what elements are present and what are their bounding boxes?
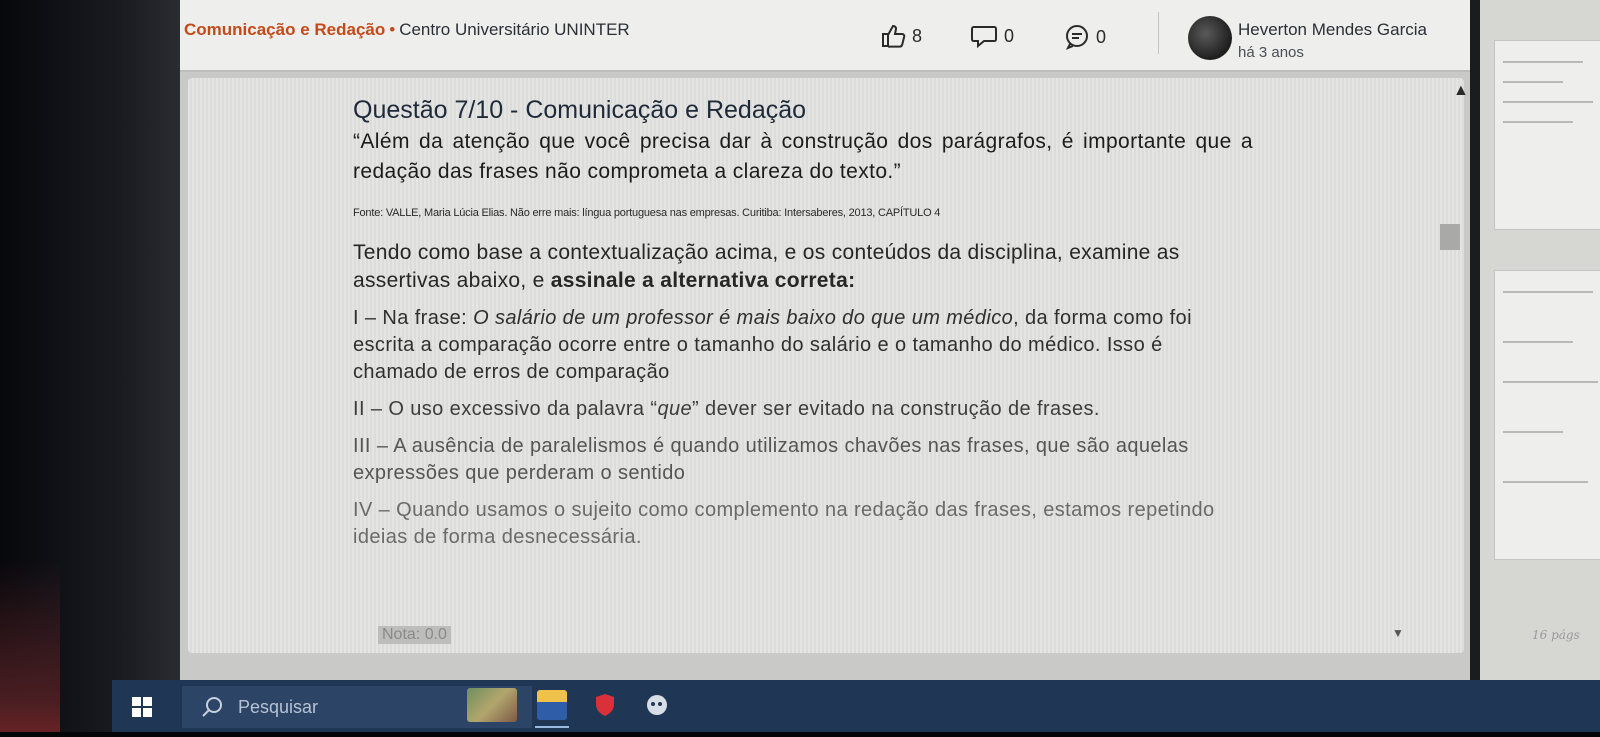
page-thumbnail[interactable] [1494,40,1600,230]
monitor-bezel [0,0,180,737]
comment-button[interactable]: 0 [970,24,1014,48]
assertion-1: I – Na frase: O salário de um professor … [353,305,1253,386]
question-source: Fonte: VALLE, Maria Lúcia Elias. Não err… [353,207,941,219]
like-button[interactable]: 8 [880,24,922,48]
question-instruction: Tendo como base a contextualização acima… [353,239,1253,295]
message-count: 0 [1096,26,1107,47]
breadcrumb-institution[interactable]: Centro Universitário UNINTER [399,20,630,39]
question-quote: “Além da atenção que você precisa dar à … [353,130,1253,183]
breadcrumb: Comunicação e Redação • Centro Universitár… [184,20,630,40]
avatar[interactable] [1188,16,1232,60]
messages-button[interactable]: 0 [1064,24,1106,50]
antivirus-shield-icon[interactable] [590,690,620,720]
question-content: Questão 7/10 - Comunicação e Redação “Al… [353,96,1253,551]
question-title: Questão 7/10 - Comunicação e Redação [353,96,807,124]
file-explorer-icon[interactable] [535,690,569,728]
assertion-2-word: que [657,398,693,420]
page-thumbnails-panel: 16 págs [1470,0,1600,690]
page-count: 16 págs [1532,628,1580,642]
assertion-2: II – O uso excessivo da palavra “que” de… [353,396,1253,423]
monitor-bottom-edge [0,732,1600,737]
instruction-emphasis: assinale a alternativa correta: [550,269,856,292]
like-count: 8 [912,25,923,46]
message-icon [1065,25,1088,50]
assertion-4: IV – Quando usamos o sujeito como comple… [353,499,1215,548]
screen: Comunicação e Redação • Centro Universitár… [180,0,1600,690]
author-name[interactable]: Heverton Mendes Garcia [1238,20,1427,40]
search-placeholder: Pesquisar [238,697,319,717]
comment-icon [971,26,997,48]
page-thumbnail[interactable] [1494,270,1600,560]
assertion-2-prefix: II – O uso excessivo da palavra “ [353,398,658,420]
scroll-down-arrow-icon[interactable]: ▼ [1392,626,1404,640]
breadcrumb-course[interactable]: Comunicação e Redação [184,20,385,39]
document-scrollbar-thumb[interactable] [1440,224,1460,250]
scroll-up-arrow-icon[interactable]: ▲ [1453,82,1469,100]
author-time: há 3 anos [1238,44,1304,61]
header-divider [1158,12,1159,54]
assertion-1-prefix: I – Na frase: [353,307,474,329]
taskbar: Pesquisar [112,680,1600,732]
grade-label: Nota: 0.0 [378,626,451,644]
assertion-3: III – A ausência de paralelismos é quand… [353,435,1189,484]
assertion-2-rest: ” dever ser evitado na construção de fra… [692,398,1100,420]
breadcrumb-separator: • [389,20,396,39]
thumbs-up-icon [882,24,906,48]
comment-count: 0 [1004,25,1015,46]
chat-app-icon[interactable] [642,690,672,720]
search-icon [202,697,222,717]
header-bar: Comunicação e Redação • Centro Universitár… [180,0,1470,72]
document-page: ▲ Questão 7/10 - Comunicação e Redação “… [188,78,1469,653]
task-view-thumbnail-icon[interactable] [467,688,517,722]
assertion-1-example: O salário de um professor é mais baixo d… [473,307,1014,329]
windows-start-icon[interactable] [132,697,152,717]
